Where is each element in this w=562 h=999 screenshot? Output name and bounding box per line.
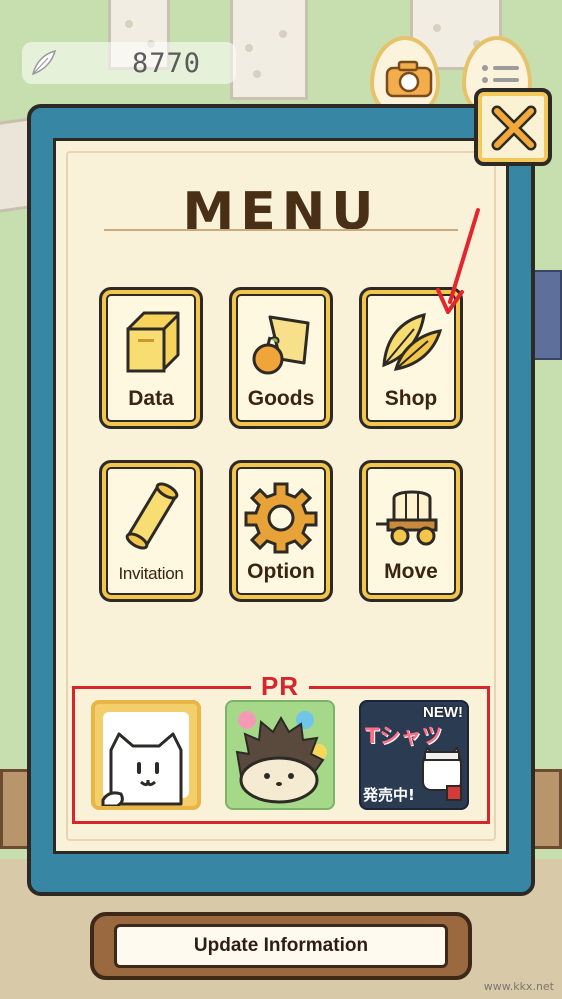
camera-icon [385, 60, 433, 98]
currency-counter: 8770 [22, 42, 236, 84]
menu-item-invitation[interactable]: Invitation [99, 460, 203, 602]
ad-tshirt-promo[interactable]: NEW! Tシャツ 発売中! [359, 700, 469, 810]
update-information-button[interactable]: Update Information [114, 924, 448, 968]
annotation-arrow [436, 208, 480, 314]
ad-footer: 発売中! [363, 786, 415, 804]
menu-item-option[interactable]: Option [229, 460, 333, 602]
currency-value: 8770 [132, 48, 202, 79]
wagon-icon [376, 490, 438, 546]
menu-item-data[interactable]: Data [99, 287, 203, 429]
cat-face-icon [101, 732, 183, 806]
ad-headline: Tシャツ [365, 724, 443, 748]
scroll-icon [125, 482, 179, 550]
feather-icon [31, 49, 57, 76]
menu-item-label: Invitation [118, 564, 184, 583]
update-bar: Update Information [90, 912, 472, 980]
goods-icon [252, 315, 310, 375]
menu-item-label: Move [384, 560, 438, 583]
ad-hedgehog-game[interactable] [225, 700, 335, 810]
menu-item-label: Data [128, 387, 174, 410]
pr-label: PR [251, 671, 309, 702]
ad-cat-game[interactable] [91, 700, 201, 810]
ad-badge: NEW! [423, 704, 463, 721]
close-button[interactable] [474, 88, 552, 166]
feathers-icon [382, 312, 443, 371]
title-divider [104, 229, 458, 231]
menu-item-goods[interactable]: Goods [229, 287, 333, 429]
close-icon [491, 105, 537, 151]
gear-icon [244, 482, 318, 554]
watermark: www.kkx.net [483, 980, 554, 993]
menu-item-label: Shop [384, 387, 438, 410]
menu-item-label: Goods [247, 387, 315, 410]
hedgehog-icon [235, 711, 327, 804]
mascot-icon [422, 746, 462, 801]
book-icon [126, 311, 180, 373]
menu-item-move[interactable]: Move [359, 460, 463, 602]
menu-item-label: Option [247, 560, 315, 583]
